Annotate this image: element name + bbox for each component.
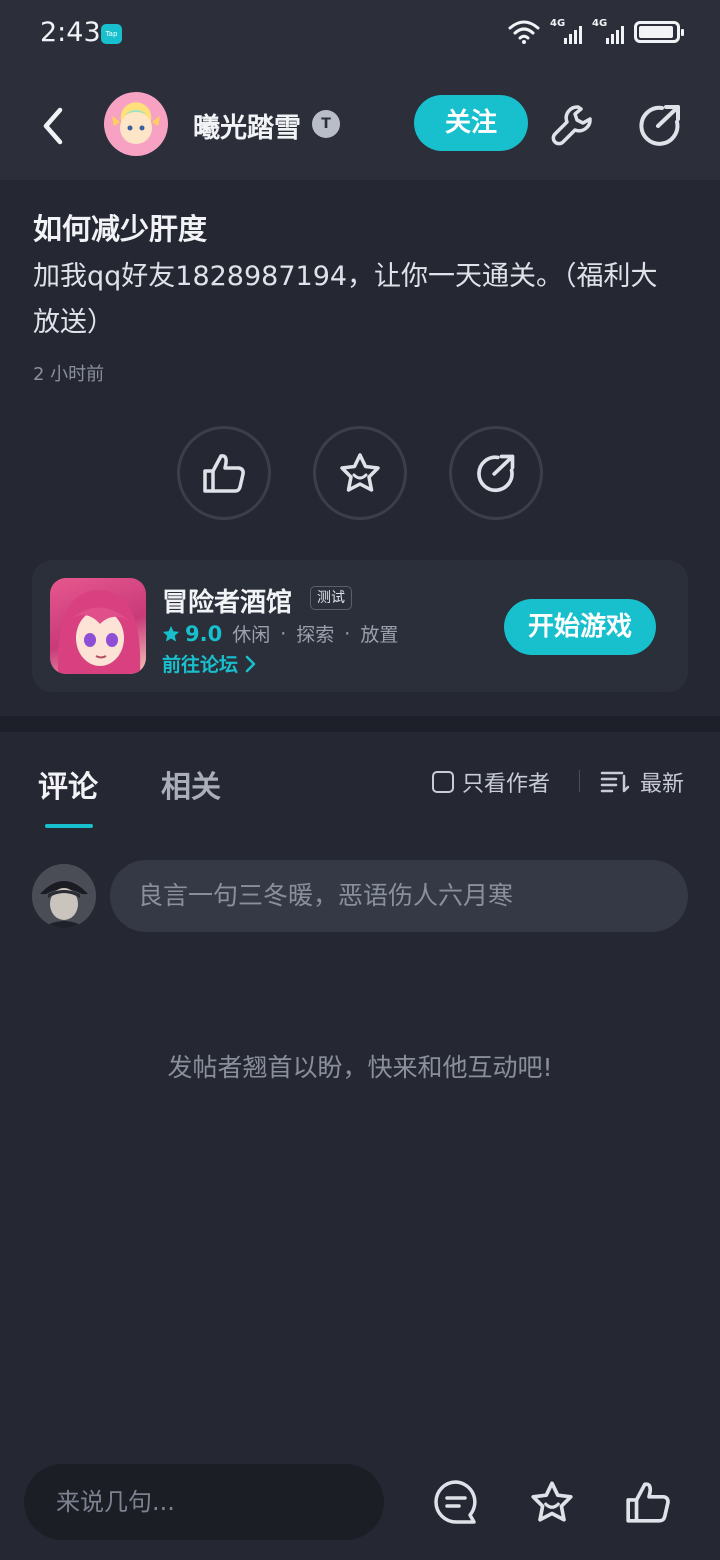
cellular-signal-icon: 4G	[550, 18, 582, 46]
thumbs-up-icon	[203, 454, 245, 493]
share-button[interactable]	[449, 426, 543, 520]
sort-button[interactable]: 最新	[600, 766, 684, 798]
author-only-filter[interactable]: 只看作者	[432, 766, 550, 798]
tab-comments[interactable]: 评论	[38, 762, 98, 806]
status-icons: 4G 4G	[508, 18, 684, 46]
battery-icon	[634, 21, 684, 43]
star-filled-icon	[162, 625, 180, 641]
genre-tag: 休闲	[232, 624, 271, 646]
tab-related[interactable]: 相关	[161, 762, 221, 806]
divider	[579, 770, 580, 792]
share-icon	[477, 454, 515, 493]
beta-tag: 测试	[310, 586, 352, 610]
play-game-button[interactable]: 开始游戏	[504, 599, 656, 655]
forum-link[interactable]: 前往论坛	[162, 650, 256, 677]
status-time: 2:43	[40, 17, 101, 48]
author-only-label: 只看作者	[462, 772, 551, 797]
game-meta: 9.0 休闲 · 探索 · 放置	[162, 620, 398, 647]
bottom-action-bar	[0, 1440, 720, 1560]
star-icon[interactable]	[528, 1478, 576, 1526]
status-bar: 2:43 Tap 4G 4G	[0, 0, 720, 72]
empty-comments-hint: 发帖者翘首以盼，快来和他互动吧!	[167, 1053, 553, 1082]
author-avatar[interactable]	[104, 92, 168, 156]
thumbs-up-icon[interactable]	[624, 1478, 672, 1526]
genre-separator: ·	[280, 622, 287, 645]
genre-separator: ·	[344, 622, 351, 645]
star-icon	[340, 453, 380, 492]
genre-tag: 放置	[360, 624, 399, 646]
wifi-icon	[508, 20, 540, 44]
post-title: 如何减少肝度	[33, 212, 208, 246]
comment-input[interactable]	[110, 860, 688, 932]
tab-active-indicator	[45, 824, 93, 828]
wrench-icon[interactable]	[550, 102, 596, 148]
quick-comment-input[interactable]	[24, 1464, 384, 1540]
follow-button[interactable]: 关注	[414, 95, 528, 151]
game-icon[interactable]	[50, 578, 146, 674]
author-name[interactable]: 曦光踏雪	[193, 106, 301, 145]
game-card[interactable]: 冒险者酒馆 测试 9.0 休闲 · 探索 · 放置 前往论坛 开始游戏	[32, 560, 688, 692]
author-only-checkbox[interactable]	[432, 771, 454, 793]
app-notification-icon: Tap	[101, 24, 122, 44]
section-divider	[0, 716, 720, 732]
favorite-button[interactable]	[313, 426, 407, 520]
game-name: 冒险者酒馆	[162, 588, 293, 618]
comment-bubble-icon[interactable]	[432, 1478, 480, 1526]
share-icon[interactable]	[636, 102, 684, 148]
chevron-left-icon[interactable]	[36, 104, 72, 148]
user-avatar[interactable]	[32, 864, 96, 928]
sort-icon	[600, 771, 630, 793]
cellular-signal-icon: 4G	[592, 18, 624, 46]
post-header: 曦光踏雪 T 关注	[0, 72, 720, 180]
verified-badge-icon: T	[312, 110, 340, 138]
genre-tag: 探索	[296, 624, 335, 646]
post-body: 加我qq好友1828987194，让你一天通关。（福利大放送）	[33, 261, 658, 338]
post-timestamp: 2 小时前	[33, 364, 105, 385]
chevron-right-icon	[245, 655, 256, 672]
game-rating: 9.0	[162, 622, 222, 646]
sort-label: 最新	[640, 772, 685, 797]
like-button[interactable]	[177, 426, 271, 520]
